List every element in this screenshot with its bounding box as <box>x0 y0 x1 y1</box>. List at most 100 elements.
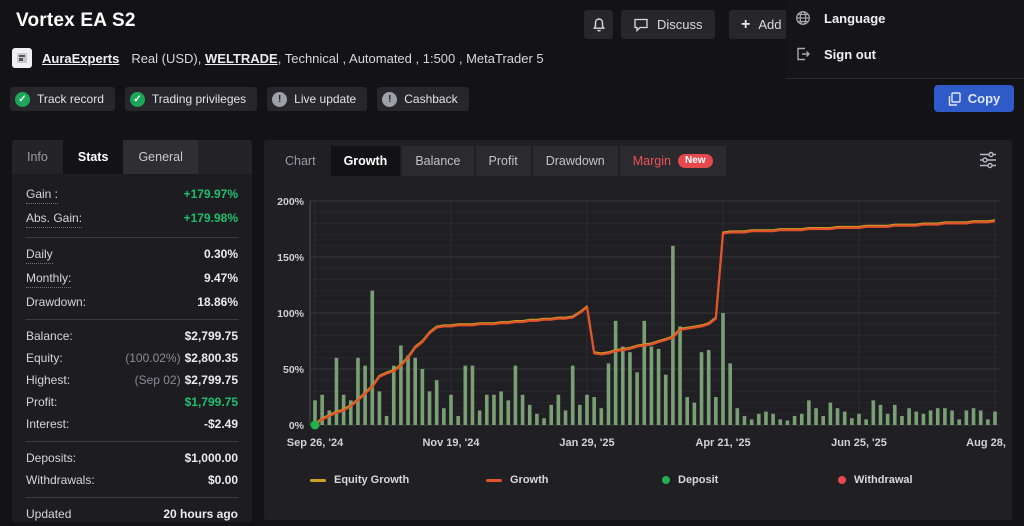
profit-bar[interactable] <box>778 419 782 425</box>
profit-bar[interactable] <box>499 391 503 425</box>
legend-item-growth[interactable]: Growth <box>486 474 549 486</box>
stat-label[interactable]: Abs. Gain: <box>26 211 82 228</box>
profit-bar[interactable] <box>642 321 646 425</box>
legend-item-equity-growth[interactable]: Equity Growth <box>310 474 409 486</box>
profit-bar[interactable] <box>564 410 568 425</box>
legend-item-deposit[interactable]: Deposit <box>662 474 718 486</box>
profit-bar[interactable] <box>829 403 833 425</box>
profit-bar[interactable] <box>657 349 661 425</box>
growth-chart[interactable]: 0%50%100%150%200%Sep 26, '24Nov 19, '24J… <box>272 184 1008 460</box>
profit-bar[interactable] <box>578 405 582 425</box>
profit-bar[interactable] <box>464 366 468 425</box>
profit-bar[interactable] <box>707 350 711 425</box>
profit-bar[interactable] <box>786 421 790 425</box>
tab-balance[interactable]: Balance <box>402 146 473 176</box>
profit-bar[interactable] <box>514 366 518 425</box>
profit-bar[interactable] <box>685 397 689 425</box>
profit-bar[interactable] <box>900 416 904 425</box>
profit-bar[interactable] <box>836 408 840 425</box>
profit-bar[interactable] <box>872 400 876 425</box>
stat-label[interactable]: Daily <box>26 247 53 264</box>
notifications-button[interactable] <box>584 10 613 39</box>
profit-bar[interactable] <box>986 419 990 425</box>
profit-bar[interactable] <box>979 410 983 425</box>
profit-bar[interactable] <box>485 395 489 425</box>
profit-bar[interactable] <box>449 395 453 425</box>
profit-bar[interactable] <box>771 414 775 425</box>
profit-bar[interactable] <box>821 416 825 425</box>
tab-info[interactable]: Info <box>12 140 63 174</box>
profit-bar[interactable] <box>965 410 969 425</box>
profit-bar[interactable] <box>950 410 954 425</box>
profit-bar[interactable] <box>335 358 339 425</box>
profit-bar[interactable] <box>428 391 432 425</box>
profit-bar[interactable] <box>521 395 525 425</box>
copy-button[interactable]: Copy <box>934 85 1014 112</box>
tab-stats[interactable]: Stats <box>63 140 124 174</box>
profit-bar[interactable] <box>700 352 704 425</box>
profit-bar[interactable] <box>421 369 425 425</box>
profit-bar[interactable] <box>535 414 539 425</box>
profit-bar[interactable] <box>635 372 639 425</box>
profit-bar[interactable] <box>721 313 725 425</box>
profit-bar[interactable] <box>728 363 732 425</box>
profit-bar[interactable] <box>664 375 668 425</box>
profit-bar[interactable] <box>621 347 625 425</box>
profit-bar[interactable] <box>413 358 417 425</box>
profit-bar[interactable] <box>542 418 546 425</box>
profit-bar[interactable] <box>614 321 618 425</box>
profit-bar[interactable] <box>807 400 811 425</box>
profit-bar[interactable] <box>893 405 897 425</box>
discuss-button[interactable]: Discuss <box>621 10 715 39</box>
profit-bar[interactable] <box>793 416 797 425</box>
tab-general[interactable]: General <box>123 140 197 174</box>
profit-bar[interactable] <box>736 408 740 425</box>
profit-bar[interactable] <box>557 395 561 425</box>
broker-link[interactable]: WELTRADE <box>205 51 278 66</box>
profit-bar[interactable] <box>571 366 575 425</box>
tab-chart[interactable]: Chart <box>272 146 329 176</box>
tab-margin[interactable]: MarginNew <box>620 146 726 176</box>
profit-bar[interactable] <box>370 291 374 425</box>
badge-trading-privileges[interactable]: ✓Trading privileges <box>125 87 257 111</box>
profit-bar[interactable] <box>943 408 947 425</box>
profit-bar[interactable] <box>392 366 396 425</box>
profit-bar[interactable] <box>406 356 410 425</box>
profit-bar[interactable] <box>693 403 697 425</box>
profit-bar[interactable] <box>528 405 532 425</box>
profit-bar[interactable] <box>607 363 611 425</box>
profit-bar[interactable] <box>506 400 510 425</box>
profit-bar[interactable] <box>456 416 460 425</box>
profit-bar[interactable] <box>592 397 596 425</box>
avatar[interactable] <box>12 48 32 68</box>
profit-bar[interactable] <box>478 410 482 425</box>
profit-bar[interactable] <box>650 347 654 425</box>
profit-bar[interactable] <box>600 408 604 425</box>
profit-bar[interactable] <box>549 405 553 425</box>
profit-bar[interactable] <box>843 412 847 425</box>
profit-bar[interactable] <box>757 414 761 425</box>
profit-bar[interactable] <box>378 391 382 425</box>
badge-live-update[interactable]: !Live update <box>267 87 367 111</box>
profit-bar[interactable] <box>750 419 754 425</box>
owner-link[interactable]: AuraExperts <box>42 51 119 66</box>
profit-bar[interactable] <box>879 405 883 425</box>
menu-item-sign-out[interactable]: Sign out <box>786 36 1024 72</box>
profit-bar[interactable] <box>993 412 997 425</box>
profit-bar[interactable] <box>922 414 926 425</box>
profit-bar[interactable] <box>471 366 475 425</box>
tab-growth[interactable]: Growth <box>331 146 401 176</box>
profit-bar[interactable] <box>957 419 961 425</box>
profit-bar[interactable] <box>929 410 933 425</box>
profit-bar[interactable] <box>972 408 976 425</box>
profit-bar[interactable] <box>864 419 868 425</box>
stat-label[interactable]: Gain : <box>26 187 58 204</box>
profit-bar[interactable] <box>936 408 940 425</box>
profit-bar[interactable] <box>857 414 861 425</box>
profit-bar[interactable] <box>914 412 918 425</box>
menu-item-language[interactable]: Language <box>786 0 1024 36</box>
profit-bar[interactable] <box>814 408 818 425</box>
profit-bar[interactable] <box>585 395 589 425</box>
stat-label[interactable]: Monthly: <box>26 271 71 288</box>
profit-bar[interactable] <box>442 408 446 425</box>
